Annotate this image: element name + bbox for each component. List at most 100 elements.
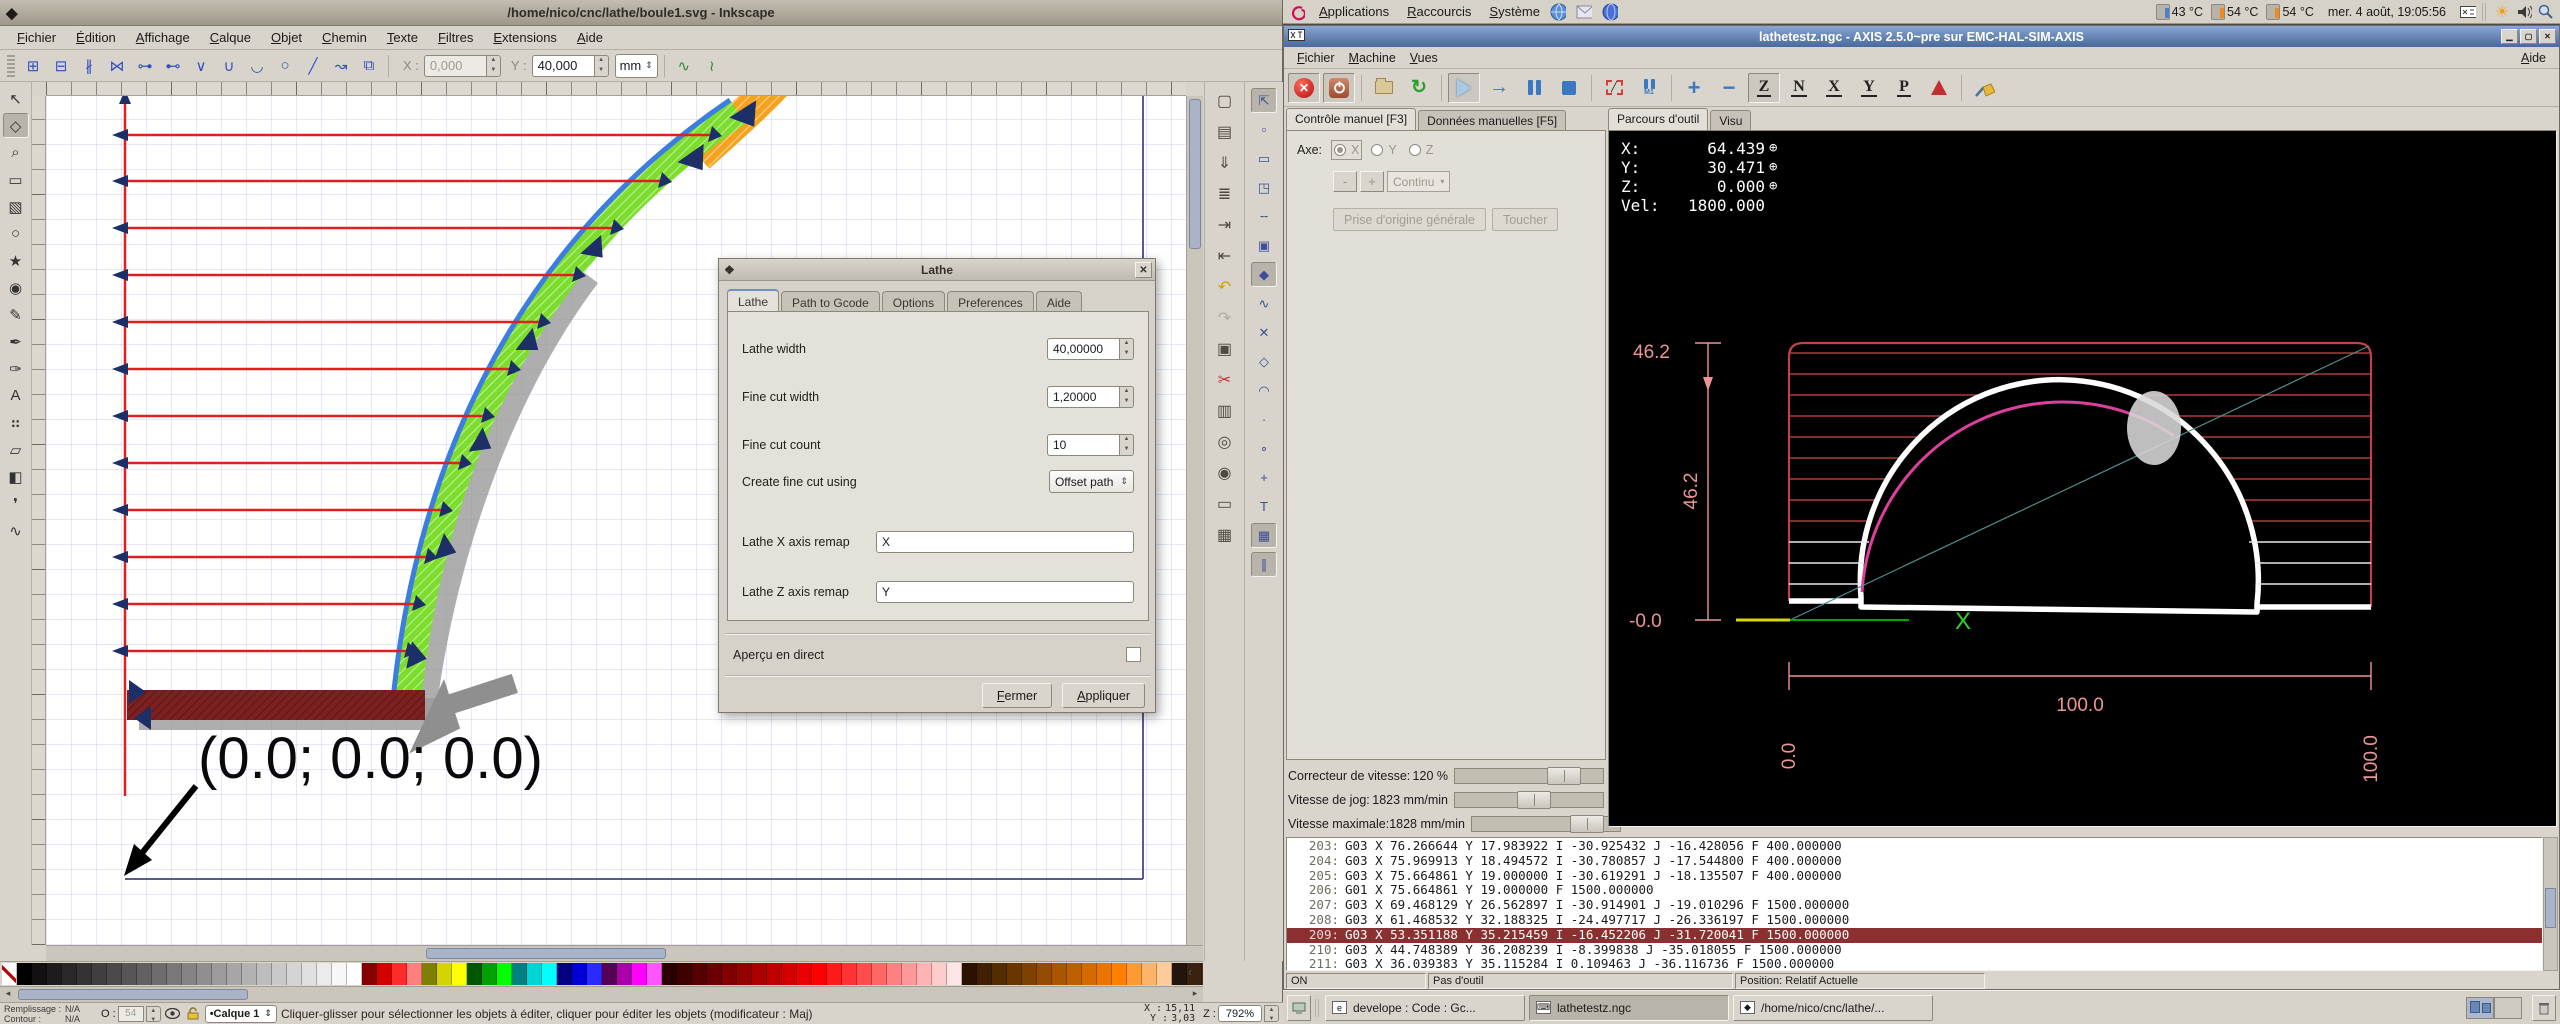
palette-swatch[interactable] — [497, 963, 512, 985]
palette-swatch[interactable] — [347, 963, 362, 985]
open-document-icon[interactable]: ▤ — [1211, 119, 1239, 145]
smooth-node-icon[interactable]: ∪ — [216, 53, 242, 79]
palette-swatch[interactable] — [332, 963, 347, 985]
inkscape-titlebar[interactable]: ◆ /home/nico/cnc/lathe/boule1.svg - Inks… — [0, 0, 1282, 26]
temperature-widget[interactable]: 54 °C — [2211, 4, 2258, 20]
palette-swatch[interactable] — [1142, 963, 1157, 985]
menu-item-help[interactable]: Aide — [2514, 49, 2553, 67]
zoom-in-button[interactable]: + — [1678, 73, 1710, 103]
menu-item[interactable]: Objet — [262, 28, 311, 47]
run-from-line-button[interactable]: ╱ — [1598, 73, 1630, 103]
palette-swatch[interactable] — [692, 963, 707, 985]
zoom-spinbox[interactable]: Z : 792% ▲▼ — [1203, 1005, 1279, 1022]
palette-swatch[interactable] — [707, 963, 722, 985]
palette-swatch[interactable] — [647, 963, 662, 985]
palette-swatch[interactable] — [107, 963, 122, 985]
segment-curve-icon[interactable]: ↝ — [328, 53, 354, 79]
segment-line-icon[interactable]: ╱ — [300, 53, 326, 79]
reload-file-button[interactable]: ↻ — [1403, 73, 1435, 103]
palette-swatch[interactable] — [47, 963, 62, 985]
text-tool[interactable]: A — [3, 383, 29, 408]
palette-swatch[interactable] — [782, 963, 797, 985]
save-document-icon[interactable]: ⇓ — [1211, 150, 1239, 176]
pause-button[interactable] — [1518, 73, 1550, 103]
palette-swatch[interactable] — [242, 963, 257, 985]
connector-tool[interactable]: ∿ — [3, 518, 29, 543]
import-icon[interactable]: ⇥ — [1211, 212, 1239, 238]
palette-swatch[interactable] — [947, 963, 962, 985]
temperature-widget[interactable]: 43 °C — [2156, 4, 2203, 20]
rotate-view-button[interactable] — [1923, 73, 1955, 103]
optional-pause-button[interactable]: M1 — [1633, 73, 1665, 103]
clear-plot-button[interactable] — [1968, 73, 2000, 103]
palette-swatch[interactable] — [857, 963, 872, 985]
menu-item[interactable]: Filtres — [429, 28, 482, 47]
insert-node-icon[interactable]: ⊞ — [20, 53, 46, 79]
palette-swatch[interactable] — [722, 963, 737, 985]
panel-menu-item[interactable]: Applications — [1319, 2, 1389, 21]
delete-node-icon[interactable]: ⊟ — [48, 53, 74, 79]
palette-swatch[interactable] — [32, 963, 47, 985]
palette-swatch[interactable] — [1067, 963, 1082, 985]
palette-swatch[interactable] — [602, 963, 617, 985]
menu-item[interactable]: Aide — [568, 28, 612, 47]
axis-titlebar[interactable]: lathetestz.ngc - AXIS 2.5.0~pre sur EMC-… — [1284, 26, 2559, 47]
jog-minus-button[interactable]: - — [1333, 171, 1357, 192]
gcode-line[interactable]: 209: G03 X 53.351188 Y 35.215459 I -16.4… — [1287, 928, 2542, 943]
snap-midpoint-icon[interactable]: · — [1251, 407, 1277, 432]
palette-swatch[interactable] — [542, 963, 557, 985]
palette-swatch[interactable] — [887, 963, 902, 985]
menu-item[interactable]: Vues — [1403, 49, 1445, 67]
toolpath-preview[interactable]: 46.2 46.2 -0.0 0.0 100.0 100.0 X — [1608, 130, 2557, 827]
palette-swatch[interactable] — [302, 963, 317, 985]
ruler-horizontal[interactable] — [46, 82, 1186, 96]
palette-swatch[interactable] — [1112, 963, 1127, 985]
feed-override-slider[interactable] — [1454, 768, 1604, 784]
web-launcher-icon[interactable] — [1602, 4, 1618, 20]
pen-tool[interactable]: ✒ — [3, 329, 29, 354]
rectangle-tool[interactable]: ▭ — [3, 167, 29, 192]
edit-mask-icon[interactable]: ≀ — [699, 53, 725, 79]
show-desktop-button[interactable] — [1287, 995, 1311, 1021]
pencil-tool[interactable]: ✎ — [3, 302, 29, 327]
palette-swatch[interactable] — [737, 963, 752, 985]
run-button[interactable] — [1448, 73, 1480, 103]
gcode-line[interactable]: 203: G03 X 76.266644 Y 17.983922 I -30.9… — [1287, 839, 2542, 854]
layer-select[interactable]: •Calque 1 ⇕ — [205, 1005, 277, 1023]
snap-object-center-icon[interactable]: ∘ — [1251, 436, 1277, 461]
box3d-tool[interactable]: ▧ — [3, 194, 29, 219]
palette-swatch[interactable] — [872, 963, 887, 985]
palette-swatch[interactable] — [257, 963, 272, 985]
zoom-drawing-icon[interactable]: ◉ — [1211, 460, 1239, 486]
search-tray-icon[interactable] — [2538, 4, 2554, 20]
palette-swatch[interactable] — [227, 963, 242, 985]
taskbar-window-button[interactable]: ◆ /home/nico/cnc/lathe/... — [1733, 995, 1933, 1021]
palette-swatch[interactable] — [1097, 963, 1112, 985]
layer-lock-icon[interactable] — [185, 1006, 201, 1022]
palette-swatch[interactable] — [377, 963, 392, 985]
close-button[interactable]: Fermer — [982, 683, 1052, 708]
snap-bbox-corner-icon[interactable]: ◳ — [1251, 175, 1277, 200]
palette-swatch[interactable] — [152, 963, 167, 985]
palette-swatch[interactable] — [677, 963, 692, 985]
axis-x-radio[interactable]: X — [1334, 143, 1359, 157]
palette-swatch[interactable] — [512, 963, 527, 985]
palette-scrollbar[interactable]: ◂ ▸ — [0, 986, 1203, 1002]
spin-arrows[interactable]: ▲▼ — [1119, 386, 1134, 408]
join-node-icon[interactable]: ⋈ — [104, 53, 130, 79]
lathe-x-remap-input[interactable]: X — [876, 531, 1134, 553]
opacity-spinbox[interactable]: O : 54 ▲▼ — [101, 1006, 161, 1022]
snap-bbox-center-icon[interactable]: ▣ — [1251, 233, 1277, 258]
palette-swatch[interactable] — [527, 963, 542, 985]
palette-swatch[interactable] — [917, 963, 932, 985]
paste-icon[interactable]: ▥ — [1211, 398, 1239, 424]
gcode-line[interactable]: 205: G03 X 75.664861 Y 19.000000 I -30.6… — [1287, 869, 2542, 884]
spin-arrows[interactable]: ▲▼ — [486, 55, 501, 77]
dialog-tab[interactable]: Aide — [1036, 291, 1082, 313]
fill-stroke-labels[interactable]: Remplissage : Contour : — [4, 1004, 61, 1024]
canvas-hscrollbar[interactable] — [46, 945, 1203, 961]
dialog-tab[interactable]: Options — [882, 291, 945, 313]
estop-button[interactable]: ✕ — [1288, 73, 1320, 103]
zoom-page-icon[interactable]: ▭ — [1211, 491, 1239, 517]
browser-launcher-icon[interactable] — [1550, 4, 1566, 20]
